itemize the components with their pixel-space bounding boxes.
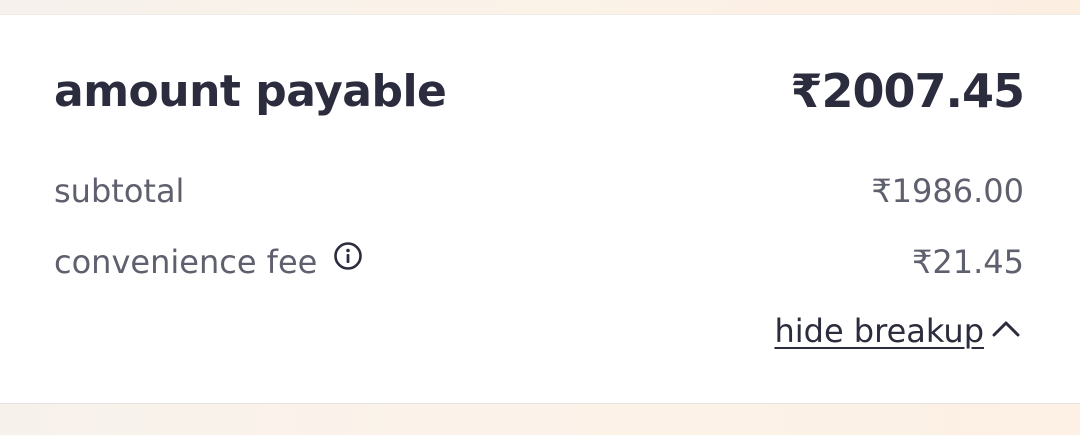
- amount-payable-label: amount payable: [54, 65, 447, 117]
- convenience-fee-label: convenience fee: [54, 243, 318, 281]
- info-icon[interactable]: [333, 241, 363, 271]
- payment-summary-card: amount payable ₹2007.45 subtotal ₹1986.0…: [0, 14, 1080, 404]
- hide-breakup-toggle[interactable]: hide breakup: [774, 311, 1022, 351]
- chevron-up-icon[interactable]: [990, 313, 1022, 345]
- top-background-strip: [0, 0, 1080, 14]
- subtotal-label: subtotal: [54, 172, 185, 210]
- amount-payable-row: amount payable ₹2007.45: [54, 64, 1025, 118]
- convenience-fee-value: ₹21.45: [912, 243, 1024, 281]
- hide-breakup-link[interactable]: hide breakup: [774, 312, 984, 350]
- amount-payable-value: ₹2007.45: [790, 64, 1025, 118]
- convenience-fee-label-group: convenience fee: [54, 241, 363, 281]
- convenience-fee-row: convenience fee ₹21.45: [54, 241, 1024, 283]
- subtotal-row: subtotal ₹1986.00: [54, 171, 1024, 211]
- subtotal-value: ₹1986.00: [871, 172, 1024, 210]
